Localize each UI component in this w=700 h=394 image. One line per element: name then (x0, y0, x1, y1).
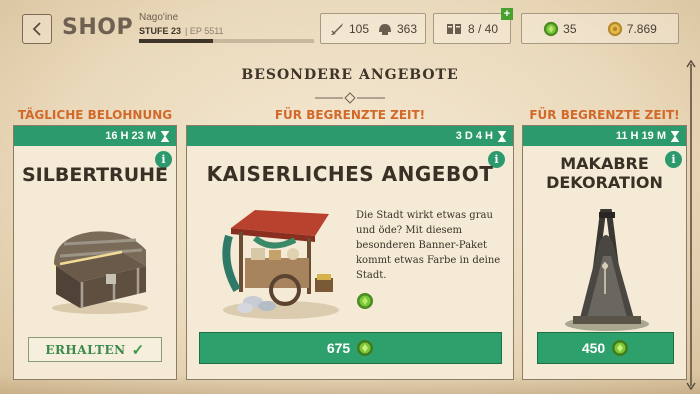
top-bar: SHOP Nago'ine STUFE 23 | EP 5511 105 363… (0, 0, 700, 56)
military-left-value: 105 (348, 21, 370, 36)
price-value: 450 (581, 340, 606, 356)
building-queue-icon (446, 23, 461, 34)
page-title: SHOP (62, 15, 134, 40)
price-value: 675 (326, 340, 351, 356)
offer-title: SILBERTRUHE (22, 164, 168, 186)
currency-stat[interactable]: 35 7.869 (521, 13, 679, 44)
scroll-down-arrow[interactable] (686, 382, 696, 390)
player-level: STUFE 23 (139, 26, 182, 36)
military-stat[interactable]: 105 363 (320, 13, 426, 44)
gem-icon (612, 340, 629, 356)
gem-icon (357, 293, 373, 309)
offer-title-line2: DEKORATION (546, 173, 663, 192)
offer-card-kaiserliches-angebot[interactable]: 3 D 4 H i KAISERLICHES ANGEBOT Die Stadt… (186, 125, 514, 380)
offer-card-makabre-dekoration[interactable]: 11 H 19 M i MAKABRE DEKORATION 450 (522, 125, 687, 380)
timer-text: 3 D 4 H (455, 130, 493, 142)
offer-timer: 11 H 19 M (523, 126, 686, 146)
checkmark-icon: ✓ (131, 340, 145, 359)
coins-value: 7.869 (626, 21, 657, 36)
coin-icon (607, 21, 622, 36)
gallows-decoration-image (565, 209, 649, 331)
claim-button[interactable]: ERHALTEN ✓ (28, 337, 162, 362)
gems-value: 35 (563, 21, 577, 36)
player-ep: | EP 5511 (185, 26, 224, 36)
xp-progress-bar (139, 39, 314, 43)
timer-text: 11 H 19 M (615, 130, 666, 142)
buy-button[interactable]: 450 (537, 332, 674, 364)
offer-description: Die Stadt wirkt etwas grau und öde? Mit … (356, 210, 501, 281)
offer-title: MAKABRE DEKORATION (523, 154, 686, 192)
hourglass-icon (498, 130, 506, 142)
build-queue-value: 8 / 40 (467, 21, 499, 36)
offer-title-line1: MAKABRE (560, 154, 649, 173)
player-name: Nago'ine (139, 12, 179, 23)
gem-icon (544, 21, 559, 36)
offer-timer: 3 D 4 H (187, 126, 513, 146)
hourglass-icon (161, 130, 169, 142)
helmet-icon (378, 23, 391, 35)
offer-timer: 16 H 23 M (14, 126, 176, 146)
chevron-left-icon (32, 22, 41, 36)
scrollbar[interactable] (690, 64, 692, 386)
offer-title: KAISERLICHES ANGEBOT (206, 162, 494, 186)
limited-time-tag: FÜR BEGRENZTE ZEIT! (529, 108, 680, 122)
back-button[interactable] (22, 14, 52, 44)
player-info[interactable]: Nago'ine STUFE 23 | EP 5511 (139, 12, 314, 43)
build-queue-stat[interactable]: 8 / 40 (433, 13, 511, 44)
hourglass-icon (671, 130, 679, 142)
divider-ornament (315, 92, 385, 104)
xp-progress-fill (139, 39, 213, 43)
market-stall-image (222, 210, 339, 319)
buy-button[interactable]: 675 (199, 332, 502, 364)
gem-icon (357, 340, 374, 356)
claim-label: ERHALTEN (45, 342, 126, 357)
limited-time-tag: FÜR BEGRENZTE ZEIT! (274, 108, 426, 122)
offer-card-silbertruhe[interactable]: 16 H 23 M i SILBERTRUHE ERHALTEN ✓ (13, 125, 177, 380)
section-title: BESONDERE ANGEBOTE (241, 67, 459, 83)
military-right-value: 363 (396, 21, 418, 36)
sword-icon (330, 22, 343, 35)
silver-chest-image (52, 231, 148, 314)
timer-text: 16 H 23 M (105, 130, 156, 142)
daily-reward-tag: TÄGLICHE BELOHNUNG (17, 108, 173, 122)
add-build-slot-button[interactable]: + (501, 8, 513, 20)
